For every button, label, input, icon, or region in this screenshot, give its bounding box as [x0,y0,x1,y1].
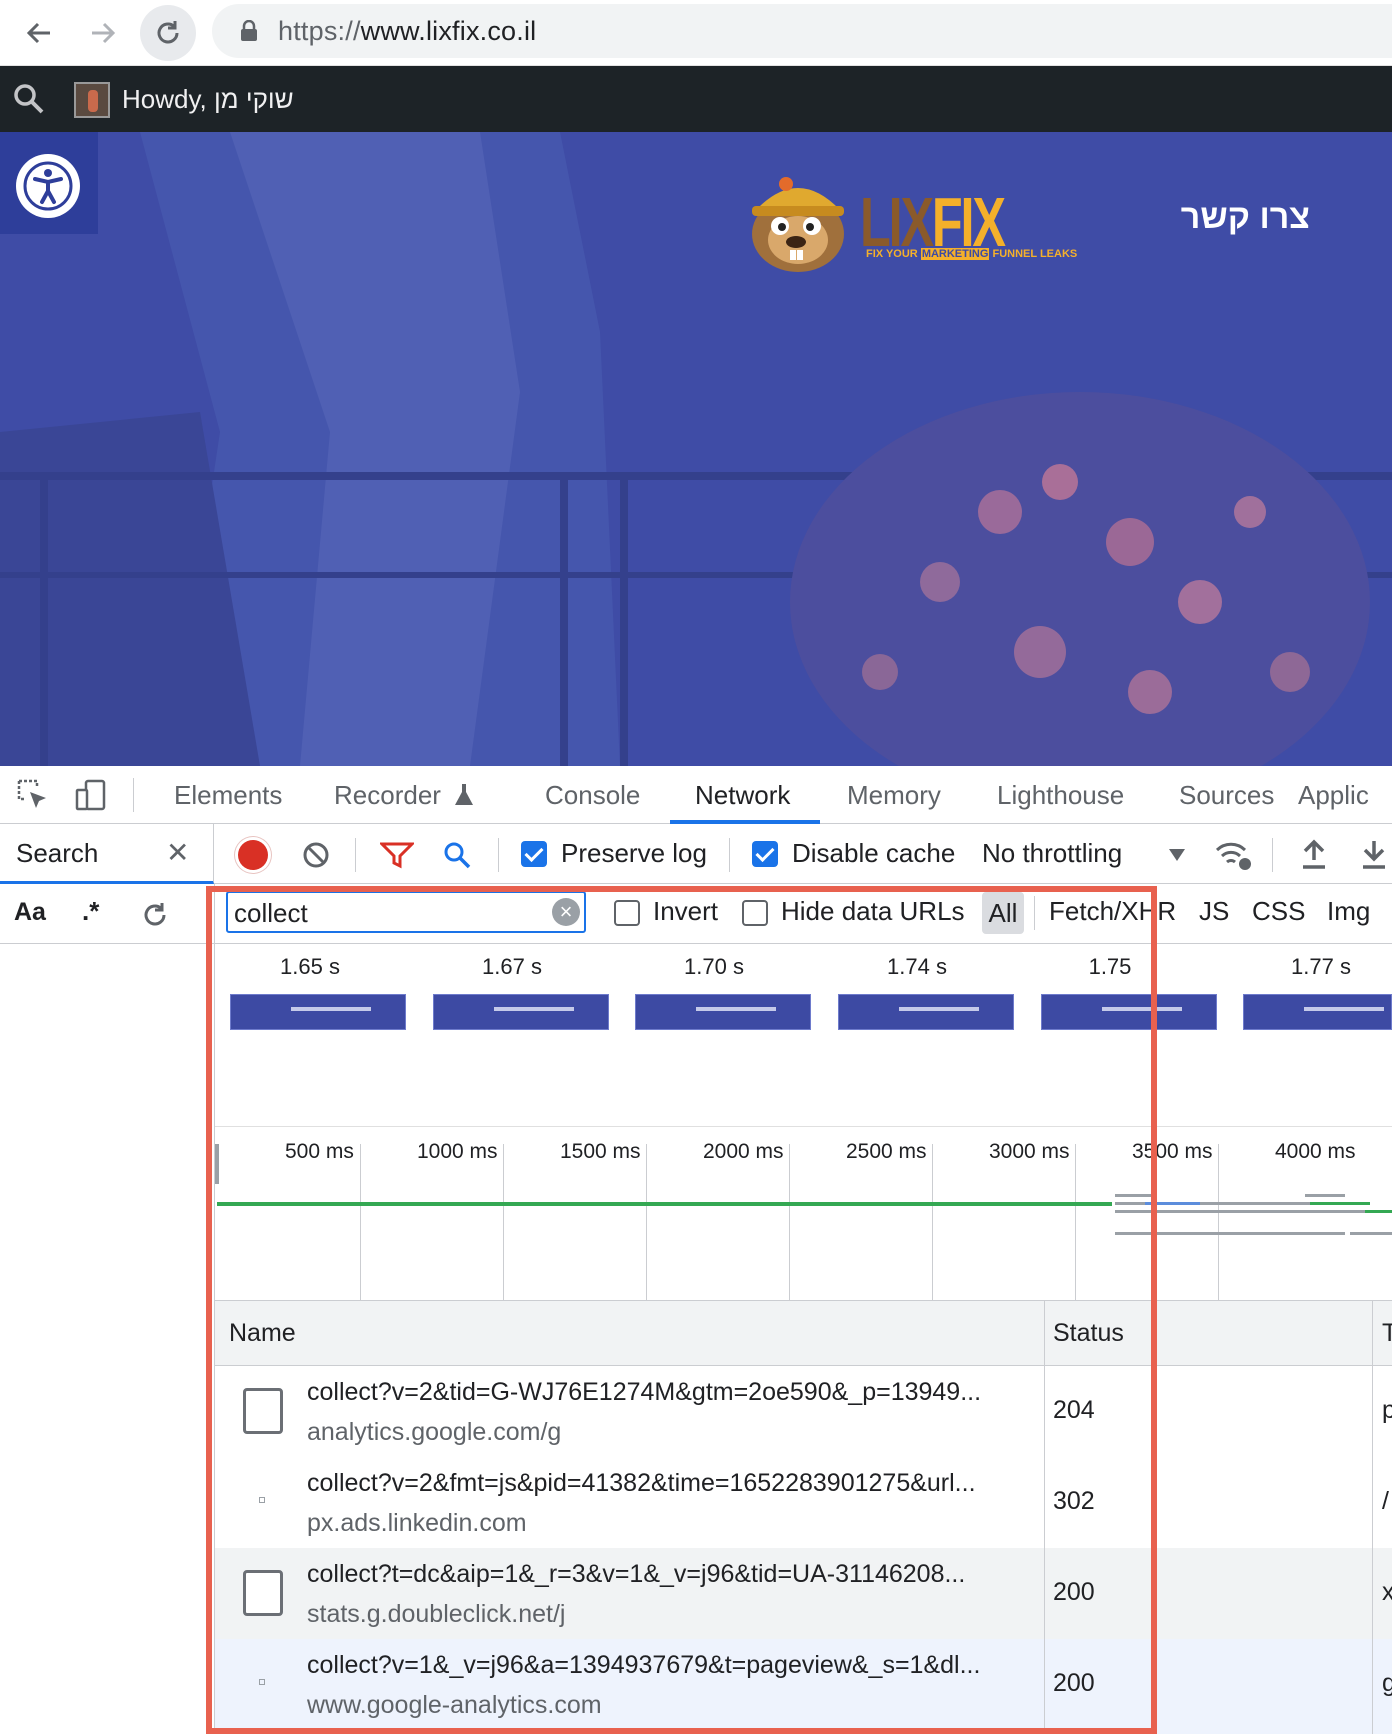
refresh-icon[interactable] [140,900,170,930]
toolbar-divider [1272,838,1273,872]
inspect-element-icon[interactable] [16,778,50,812]
tab-lighthouse[interactable]: Lighthouse [997,780,1124,811]
accessibility-icon [16,154,80,218]
request-type: p [1382,1396,1392,1424]
device-toolbar-icon[interactable] [74,778,108,812]
throttling-select[interactable]: No throttling [982,838,1122,869]
browser-toolbar: https://www.lixfix.co.il [0,0,1392,66]
logo-tagline: FIX YOUR MARKETING FUNNEL LEAKS [866,248,1078,260]
record-button[interactable] [238,840,268,870]
type-filter-css[interactable]: CSS [1252,896,1305,927]
regex-toggle[interactable]: .* [82,896,99,927]
tab-sources[interactable]: Sources [1179,780,1274,811]
upload-icon[interactable] [1300,838,1328,870]
lock-icon [241,20,257,41]
forward-arrow-icon[interactable] [82,12,124,54]
address-bar[interactable]: https://www.lixfix.co.il [212,4,1392,58]
toolbar-divider [729,838,730,872]
search-pane-label: Search [16,838,99,868]
url-text: https://www.lixfix.co.il [278,16,537,46]
chevron-down-icon[interactable] [1168,848,1186,862]
download-icon[interactable] [1360,838,1388,870]
tab-application[interactable]: Applic [1298,780,1369,811]
accessibility-button[interactable] [0,132,98,234]
flask-icon [455,784,473,805]
tab-memory[interactable]: Memory [847,780,941,811]
screenshot-time: 1.77 s [1291,954,1351,979]
network-toolbar: Search ✕ Preserve log Disable cache No t… [0,824,1392,884]
beaver-mascot-icon [752,177,844,272]
request-type: x [1382,1578,1392,1606]
close-icon[interactable]: ✕ [166,838,189,868]
hero-section: LIXFIX FIX YOUR MARKETING FUNNEL LEAKS צ… [0,132,1392,766]
admin-bar: Howdy, שוקי מן [0,66,1392,132]
devtools-tabs-bar: Elements Recorder Console Network Memory… [0,766,1392,824]
clear-log-icon[interactable] [301,840,331,870]
disable-cache-checkbox[interactable] [752,841,778,867]
tab-elements[interactable]: Elements [174,780,282,811]
screenshot-thumbnail[interactable] [1243,994,1392,1030]
toolbar-divider [498,838,499,872]
howdy-user[interactable]: Howdy, שוקי מן [122,84,294,115]
preserve-log-checkbox[interactable] [521,841,547,867]
disable-cache-label: Disable cache [792,838,956,868]
reload-icon[interactable] [140,5,196,61]
request-type: g [1382,1669,1392,1697]
preserve-log-label: Preserve log [561,838,707,868]
search-icon[interactable] [12,82,46,116]
annotation-highlight-box [206,886,1157,1734]
search-icon[interactable] [442,840,472,870]
back-arrow-icon[interactable] [18,12,60,54]
column-divider[interactable] [1372,1300,1373,1734]
match-case-toggle[interactable]: Aa [14,898,46,927]
avatar[interactable] [74,82,110,118]
network-conditions-icon[interactable] [1214,838,1254,872]
request-type: / [1382,1487,1389,1515]
type-filter-js[interactable]: JS [1199,896,1229,927]
tab-network[interactable]: Network [695,780,790,811]
search-pane-tab[interactable]: Search ✕ [0,824,214,884]
toolbar-divider [355,838,356,872]
toolbar-divider [133,778,134,812]
contact-link[interactable]: צרו קשר [1181,198,1310,237]
tab-recorder[interactable]: Recorder [334,780,441,811]
filter-icon[interactable] [380,841,414,869]
tab-console[interactable]: Console [545,780,640,811]
tick-label: 4000 ms [1275,1140,1356,1163]
column-header-type[interactable]: T [1382,1319,1392,1348]
type-filter-img[interactable]: Img [1327,896,1370,927]
